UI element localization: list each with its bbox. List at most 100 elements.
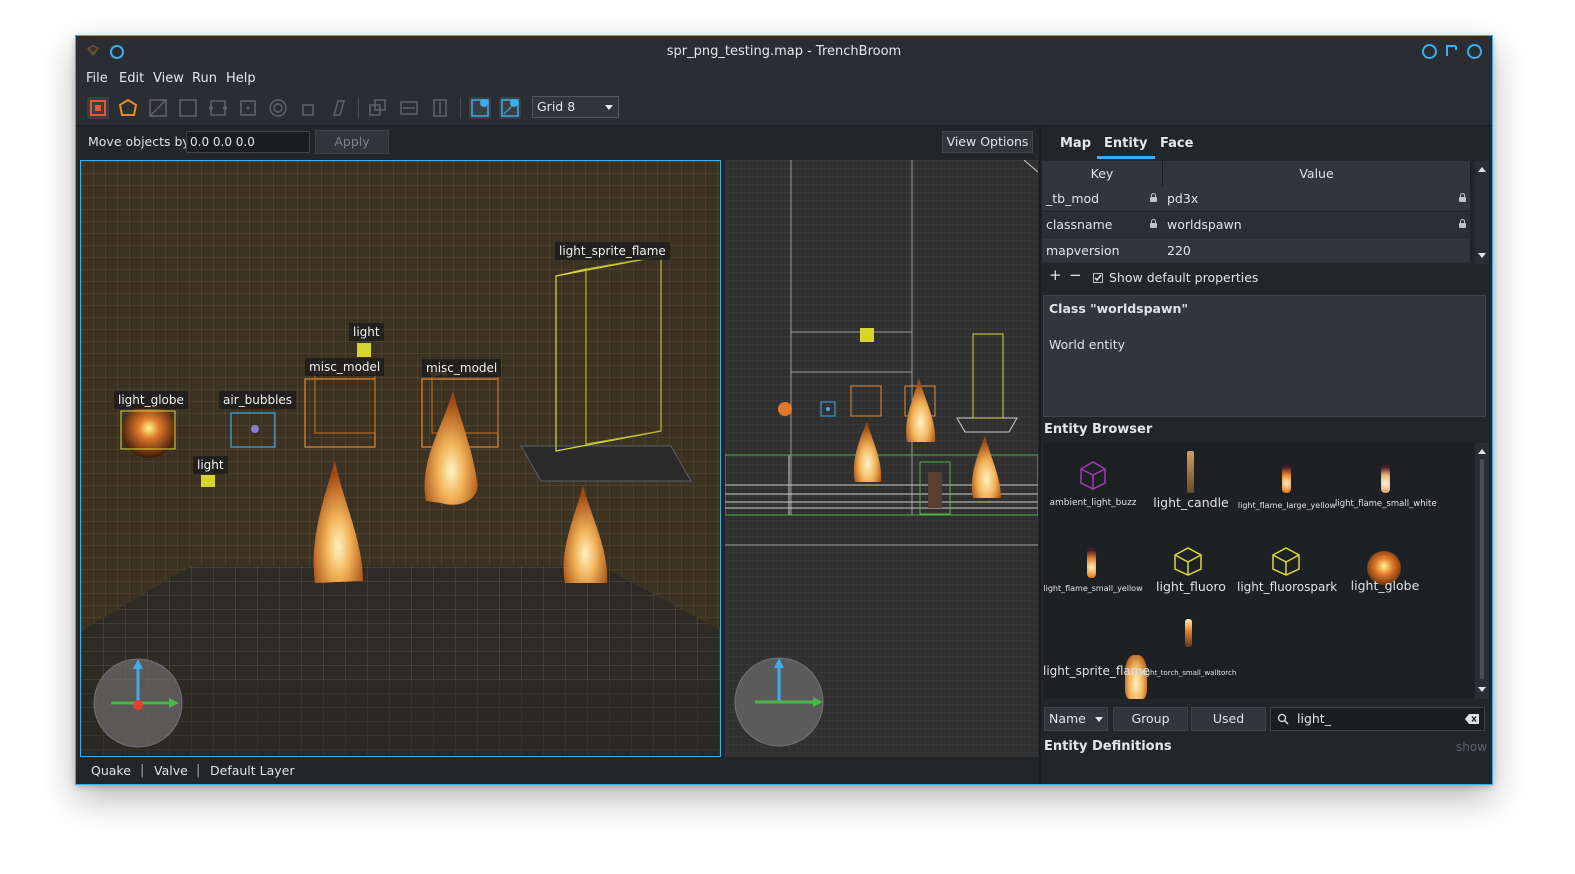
apply-button[interactable]: Apply [315,130,389,154]
active-tab-indicator [1097,156,1155,159]
toolbar: Grid 8 [76,91,1492,126]
menu-edit[interactable]: Edit [119,67,144,91]
search-icon [1277,713,1289,725]
move-objects-input[interactable]: 0.0 0.0 0.0 [186,131,310,153]
scale-tool-icon[interactable] [267,97,289,119]
column-header-key[interactable]: Key [1042,161,1163,186]
scroll-thumb[interactable] [1480,459,1484,679]
entity-item-label[interactable]: light_sprite_flame [1043,664,1150,678]
grid-size-select[interactable]: Grid 8 [532,96,619,118]
close-icon[interactable] [1467,44,1482,59]
scroll-up-icon[interactable] [1478,449,1486,454]
entity-item-label[interactable]: light_fluoro [1141,579,1241,594]
lock-icon [1459,219,1466,228]
entity-label: light_sprite_flame [555,242,670,260]
edge-tool-icon[interactable] [147,97,169,119]
rotate-tool-icon[interactable] [237,97,259,119]
chevron-down-icon [605,105,613,110]
application-window: spr_png_testing.map - TrenchBroom File E… [75,35,1493,785]
entity-item-label[interactable]: ambient_light_buzz [1043,498,1143,508]
lock-icon [1150,193,1157,202]
clear-input-icon[interactable] [1465,713,1480,725]
entity-browser-title: Entity Browser [1044,422,1153,437]
lock-icon [1150,219,1157,228]
flip-h-icon[interactable] [367,97,389,119]
title-bar: spr_png_testing.map - TrenchBroom [76,36,1492,67]
window-title: spr_png_testing.map - TrenchBroom [666,44,902,59]
menu-file[interactable]: File [86,67,108,91]
menu-help[interactable]: Help [226,67,256,91]
group-button[interactable]: Group [1113,707,1188,731]
viewport-3d[interactable]: light_sprite_flame light misc_model misc… [80,160,721,757]
class-title: Class "worldspawn" [1049,301,1188,316]
sort-value: Name [1049,711,1086,726]
shear-tool-icon[interactable] [297,97,319,119]
tab-entity[interactable]: Entity [1104,132,1148,156]
property-value[interactable]: worldspawn [1163,212,1470,237]
checkmark-icon [1094,274,1102,282]
tab-map[interactable]: Map [1060,132,1091,156]
property-key[interactable]: mapversion [1042,238,1163,263]
status-separator: | [196,763,201,778]
entity-definitions-title: Entity Definitions [1044,739,1172,754]
property-value[interactable]: 220 [1163,238,1470,263]
toolbar-separator [460,97,461,119]
scroll-down-icon[interactable] [1478,253,1486,258]
view-options-button[interactable]: View Options [942,131,1033,153]
chevron-down-icon [1095,717,1103,722]
properties-scrollbar[interactable] [1475,161,1489,264]
light-candle-icon [1187,451,1194,493]
light-flame-small-yellow-icon [1087,548,1096,578]
viewport-2d-scene [725,160,1038,757]
panel-splitter[interactable] [1039,126,1041,784]
entity-filter-input[interactable]: light_ [1270,707,1485,731]
duplicate-icon[interactable] [327,97,349,119]
property-key[interactable]: _tb_mod [1042,186,1163,211]
status-layer: Default Layer [210,763,295,778]
maximize-icon[interactable] [1444,44,1458,58]
menu-view[interactable]: View [153,67,184,91]
entity-item-label[interactable]: light_flame_small_yellow [1043,584,1143,593]
light-torch-icon [1185,619,1192,647]
used-button[interactable]: Used [1191,707,1266,731]
column-header-value[interactable]: Value [1163,161,1471,186]
menu-bar: File Edit View Run Help [76,67,1492,91]
entity-item-label[interactable]: light_flame_small_white [1335,499,1437,509]
minimize-icon[interactable] [1422,44,1437,59]
texture-lock-icon[interactable] [469,97,491,119]
show-default-checkbox[interactable] [1093,273,1103,283]
inspector-panel: Map Entity Face Key Value _tb_mod pd3x c… [1041,126,1492,784]
status-game: Quake [91,763,131,778]
clip-tool-icon[interactable] [207,97,229,119]
entity-browser-grid[interactable]: ambient_light_buzz light_candle light_fl… [1043,443,1475,699]
uv-lock-icon[interactable] [499,97,521,119]
entity-item-label[interactable]: light_globe [1335,578,1435,593]
entity-item-label[interactable]: light_fluorospark [1237,580,1337,594]
add-property-button[interactable]: + [1049,266,1062,284]
entity-item-label[interactable]: light_flame_large_yellow [1237,501,1337,510]
property-value[interactable]: pd3x [1163,186,1470,211]
status-separator: | [140,763,145,778]
entity-browser-scrollbar[interactable] [1475,443,1489,699]
remove-property-button[interactable]: − [1069,266,1082,284]
entity-item-label[interactable]: light_candle [1141,495,1241,510]
viewport-2d[interactable] [725,160,1038,757]
entity-item-label[interactable]: light_torch_small_walltorch [1139,669,1239,677]
sort-select[interactable]: Name [1044,707,1108,731]
status-bar: Quake | Valve | Default Layer [76,757,1041,784]
menu-run[interactable]: Run [192,67,217,91]
move-tool-icon[interactable] [87,97,109,119]
vertex-tool-icon[interactable] [117,97,139,119]
scroll-up-icon[interactable] [1478,167,1486,172]
face-tool-icon[interactable] [177,97,199,119]
entity-definitions-toggle[interactable]: show [1456,740,1487,754]
scroll-down-icon[interactable] [1478,687,1486,692]
lock-icon [1459,193,1466,202]
property-key[interactable]: classname [1042,212,1163,237]
flip-vertical-icon[interactable] [429,97,451,119]
light-flame-large-yellow-icon [1282,465,1291,493]
status-format: Valve [154,763,188,778]
entity-label: light_globe [114,391,188,409]
flip-v-icon[interactable] [398,97,420,119]
tab-face[interactable]: Face [1160,132,1193,156]
